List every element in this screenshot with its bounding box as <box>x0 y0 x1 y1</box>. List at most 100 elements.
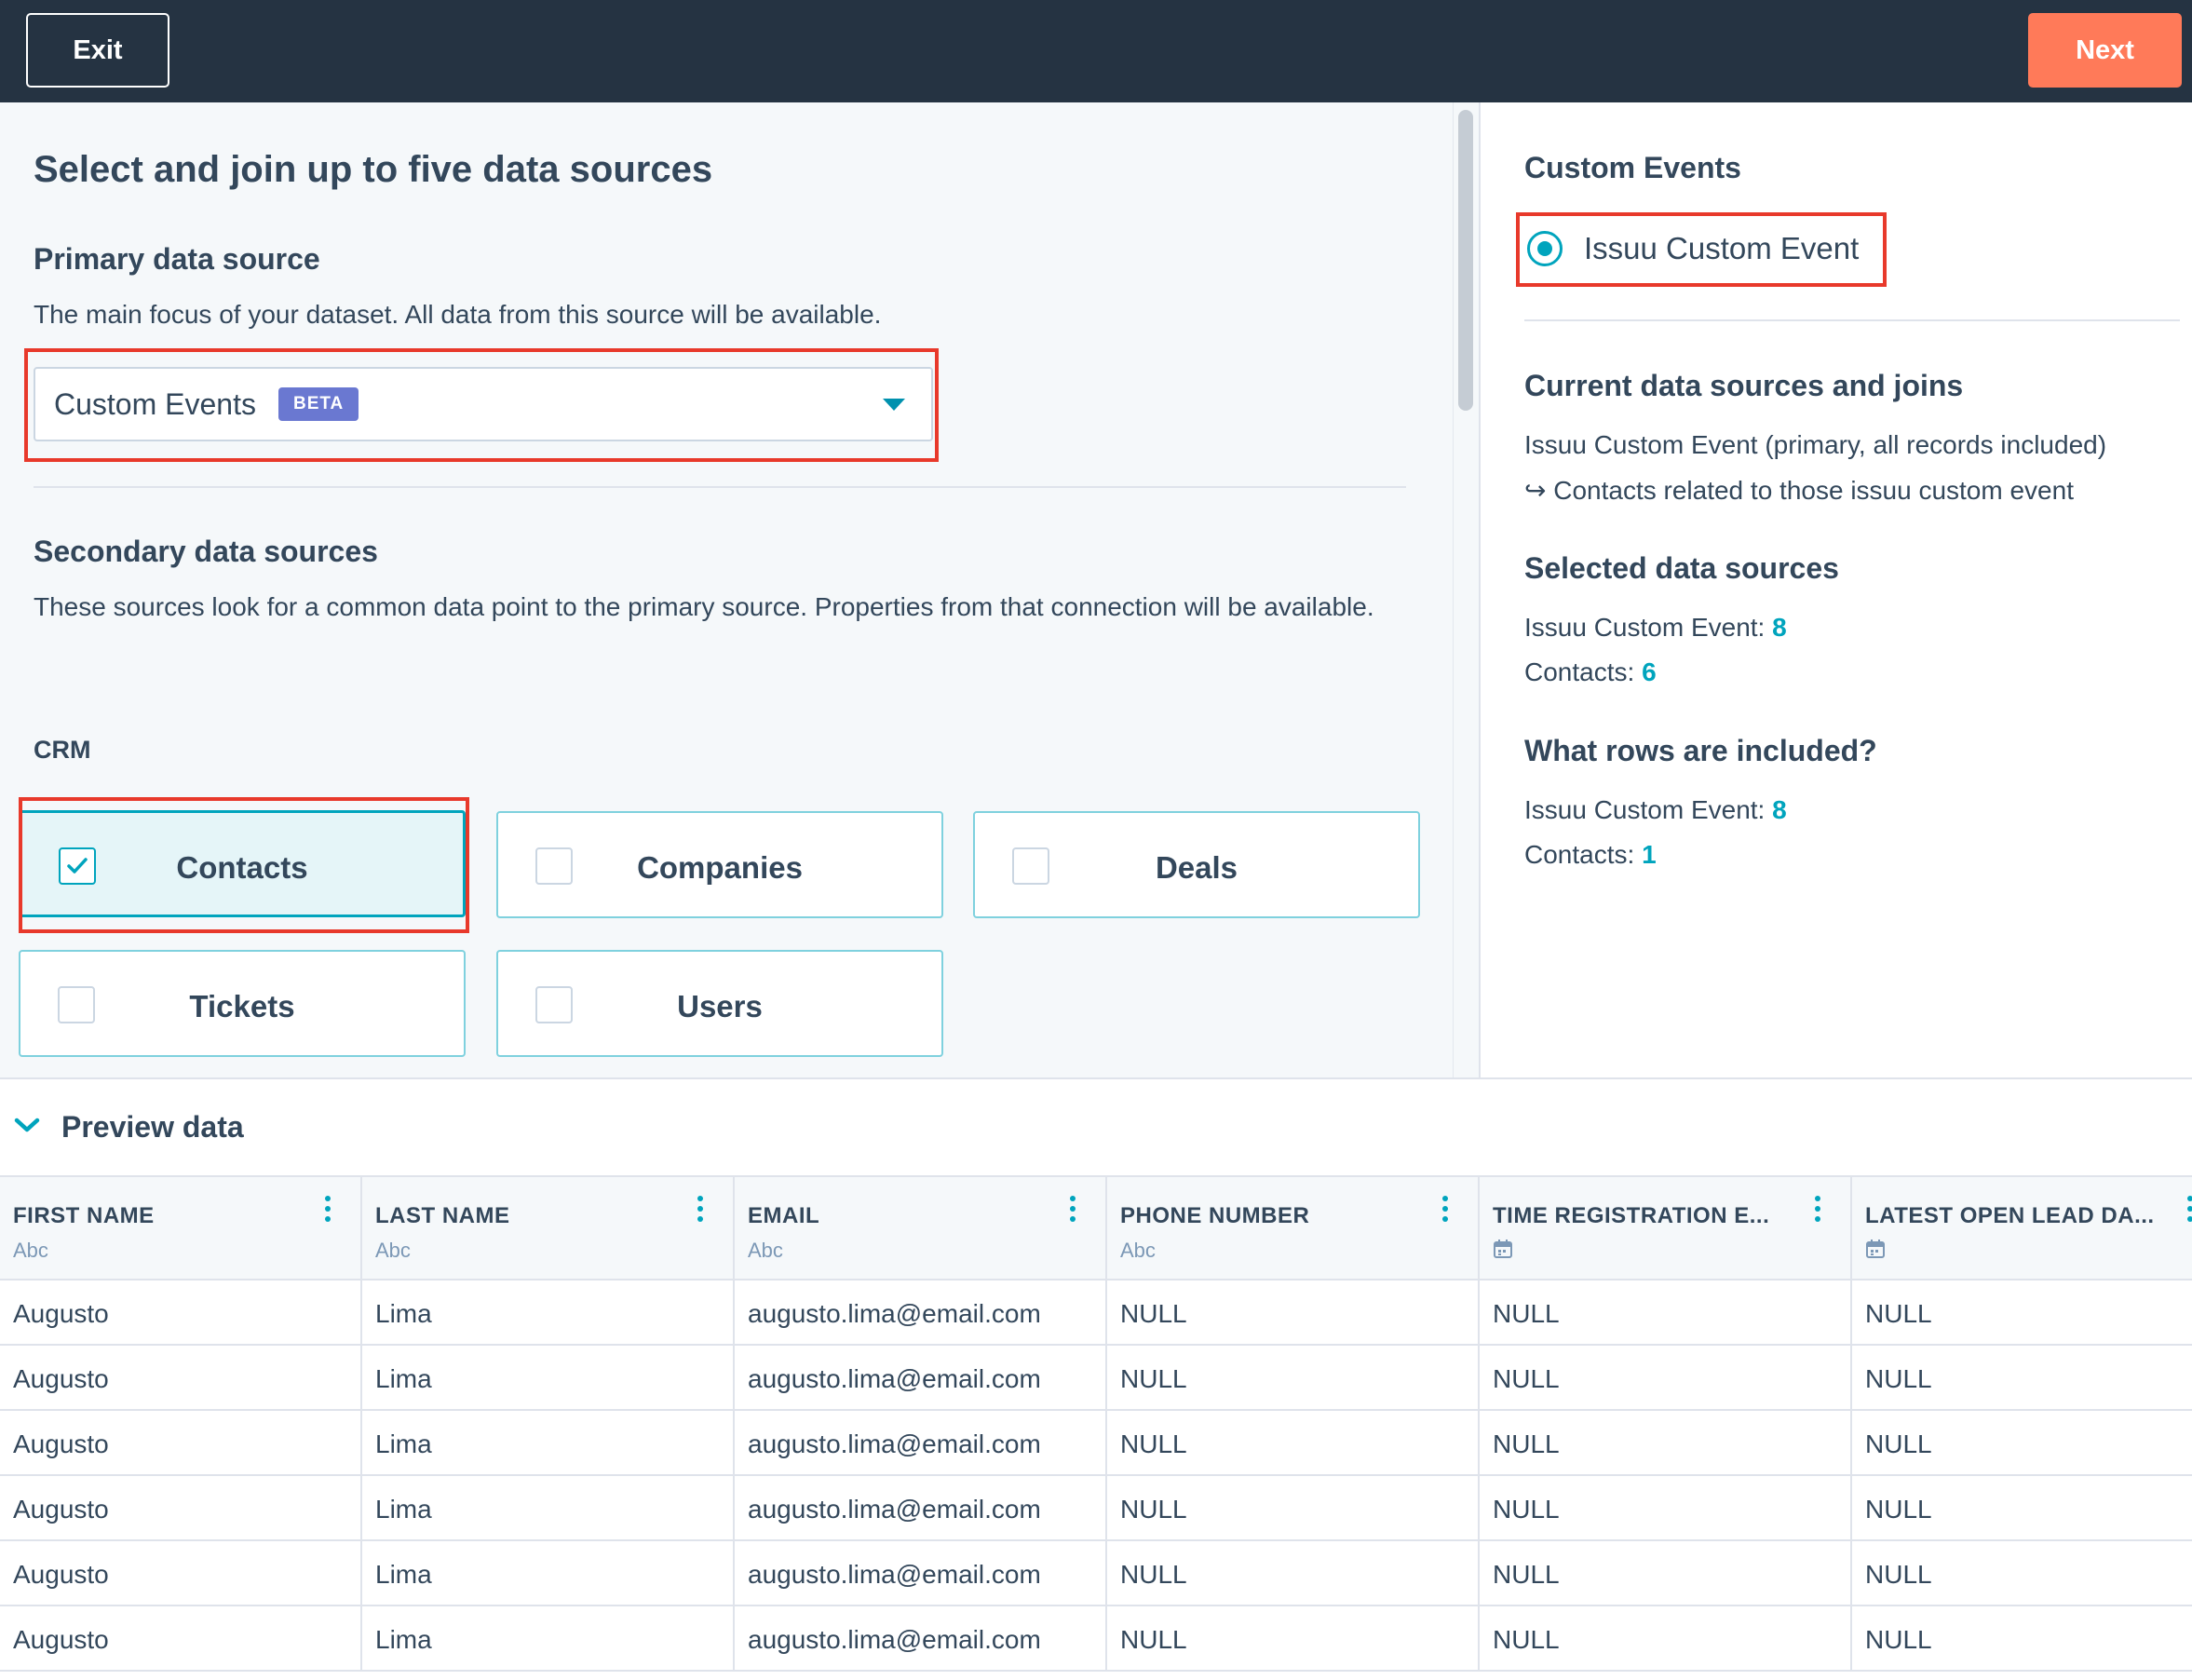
source-card-tickets[interactable]: Tickets <box>19 950 466 1057</box>
table-cell: NULL <box>1852 1280 2192 1346</box>
table-cell: Lima <box>362 1346 735 1411</box>
calendar-icon <box>1865 1239 1886 1264</box>
source-card-label: Tickets <box>189 989 295 1023</box>
cell-value: Lima <box>375 1364 432 1393</box>
cell-value: Lima <box>375 1495 432 1524</box>
join-related-text: ↪ Contacts related to those issuu custom… <box>1524 476 2074 505</box>
preview-data-toggle[interactable]: Preview data <box>61 1110 244 1145</box>
table-cell: NULL <box>1852 1476 2192 1541</box>
column-title: LATEST OPEN LEAD DA... <box>1865 1203 2155 1228</box>
crm-group-label: CRM <box>34 736 91 764</box>
table-cell: Augusto <box>0 1541 362 1606</box>
table-cell: Augusto <box>0 1346 362 1411</box>
table-cell: NULL <box>1852 1541 2192 1606</box>
join-primary-text: Issuu Custom Event (primary, all records… <box>1524 430 2107 459</box>
column-type: Abc <box>375 1239 411 1262</box>
joins-heading: Current data sources and joins <box>1524 369 1964 402</box>
table-cell: augusto.lima@email.com <box>735 1280 1107 1346</box>
exit-button[interactable]: Exit <box>26 13 169 88</box>
cell-value: augusto.lima@email.com <box>748 1495 1041 1524</box>
column-title: TIME REGISTRATION E... <box>1493 1203 1770 1228</box>
next-button[interactable]: Next <box>2028 13 2182 88</box>
source-card-deals[interactable]: Deals <box>973 811 1420 918</box>
cell-value: NULL <box>1493 1495 1560 1524</box>
cell-value: NULL <box>1120 1429 1187 1458</box>
cell-value: NULL <box>1120 1299 1187 1328</box>
table-cell: NULL <box>1107 1411 1480 1476</box>
rows-included-line: Contacts: 1 <box>1524 840 1657 870</box>
cell-value: Augusto <box>13 1299 109 1328</box>
scrollbar-thumb[interactable] <box>1458 110 1473 411</box>
table-row: Augusto Lima augusto.lima@email.com NULL NUL… <box>0 1476 2192 1541</box>
column-menu-icon[interactable] <box>1815 1196 1820 1227</box>
table-row: Augusto Lima augusto.lima@email.com NULL NUL… <box>0 1280 2192 1346</box>
column-header[interactable]: EMAIL Abc <box>735 1177 1107 1280</box>
column-title: PHONE NUMBER <box>1120 1203 1310 1228</box>
column-menu-icon[interactable] <box>2187 1196 2192 1227</box>
cell-value: NULL <box>1120 1625 1187 1654</box>
table-cell: NULL <box>1480 1476 1852 1541</box>
column-title: EMAIL <box>748 1203 820 1228</box>
table-cell: NULL <box>1852 1346 2192 1411</box>
chevron-down-icon[interactable] <box>13 1116 41 1136</box>
issuu-event-radio-label[interactable]: Issuu Custom Event <box>1584 231 1859 266</box>
table-cell: Augusto <box>0 1476 362 1541</box>
table-cell: NULL <box>1480 1606 1852 1672</box>
table-cell: Augusto <box>0 1411 362 1476</box>
table-row: Augusto Lima augusto.lima@email.com NULL NUL… <box>0 1606 2192 1672</box>
table-row: Augusto Lima augusto.lima@email.com NULL NUL… <box>0 1346 2192 1411</box>
column-menu-icon[interactable] <box>325 1196 331 1227</box>
table-cell: NULL <box>1107 1476 1480 1541</box>
top-bar: Exit Next <box>0 0 2192 102</box>
preview-divider <box>0 1077 2192 1079</box>
rows-included-label: Contacts: <box>1524 840 1635 869</box>
column-header[interactable]: LATEST OPEN LEAD DA... <box>1852 1177 2192 1280</box>
page-title: Select and join up to five data sources <box>34 149 713 190</box>
table-cell: Lima <box>362 1541 735 1606</box>
column-menu-icon[interactable] <box>1070 1196 1076 1227</box>
issuu-event-radio[interactable] <box>1527 231 1563 266</box>
cell-value: NULL <box>1865 1299 1932 1328</box>
column-header[interactable]: LAST NAME Abc <box>362 1177 735 1280</box>
column-menu-icon[interactable] <box>1442 1196 1448 1227</box>
secondary-sources-description: These sources look for a common data poi… <box>34 592 1374 621</box>
selected-source-count: 6 <box>1642 657 1657 686</box>
radio-selected-dot <box>1537 241 1552 256</box>
cell-value: NULL <box>1493 1364 1560 1393</box>
source-card-contacts[interactable]: Contacts <box>19 810 466 917</box>
section-divider <box>34 486 1406 488</box>
cell-value: Lima <box>375 1299 432 1328</box>
cell-value: NULL <box>1493 1560 1560 1589</box>
cell-value: NULL <box>1120 1560 1187 1589</box>
cell-value: NULL <box>1493 1625 1560 1654</box>
cell-value: Lima <box>375 1560 432 1589</box>
column-header[interactable]: TIME REGISTRATION E... <box>1480 1177 1852 1280</box>
selected-source-line: Contacts: 6 <box>1524 657 1657 687</box>
table-cell: augusto.lima@email.com <box>735 1411 1107 1476</box>
preview-table-header: FIRST NAME Abc LAST NAME Abc EMAIL Abc PHONE N… <box>0 1175 2192 1280</box>
source-card-companies[interactable]: Companies <box>496 811 943 918</box>
source-card-users[interactable]: Users <box>496 950 943 1057</box>
table-row: Augusto Lima augusto.lima@email.com NULL NUL… <box>0 1411 2192 1476</box>
cell-value: Augusto <box>13 1625 109 1654</box>
column-title: LAST NAME <box>375 1203 510 1228</box>
beta-badge: BETA <box>277 387 359 421</box>
source-card-label: Users <box>677 989 763 1023</box>
chevron-down-icon[interactable] <box>883 399 905 411</box>
cell-value: NULL <box>1865 1495 1932 1524</box>
table-cell: Augusto <box>0 1280 362 1346</box>
selected-source-line: Issuu Custom Event: 8 <box>1524 613 1787 643</box>
primary-source-heading: Primary data source <box>34 242 320 276</box>
cell-value: augusto.lima@email.com <box>748 1429 1041 1458</box>
table-cell: Lima <box>362 1280 735 1346</box>
table-cell: NULL <box>1480 1346 1852 1411</box>
source-card-label: Deals <box>1155 850 1238 885</box>
cell-value: augusto.lima@email.com <box>748 1625 1041 1654</box>
column-header[interactable]: PHONE NUMBER Abc <box>1107 1177 1480 1280</box>
column-menu-icon[interactable] <box>697 1196 703 1227</box>
rows-included-line: Issuu Custom Event: 8 <box>1524 795 1787 825</box>
primary-source-select[interactable]: Custom Events BETA <box>34 367 933 441</box>
column-header[interactable]: FIRST NAME Abc <box>0 1177 362 1280</box>
cell-value: augusto.lima@email.com <box>748 1299 1041 1328</box>
cell-value: Augusto <box>13 1364 109 1393</box>
